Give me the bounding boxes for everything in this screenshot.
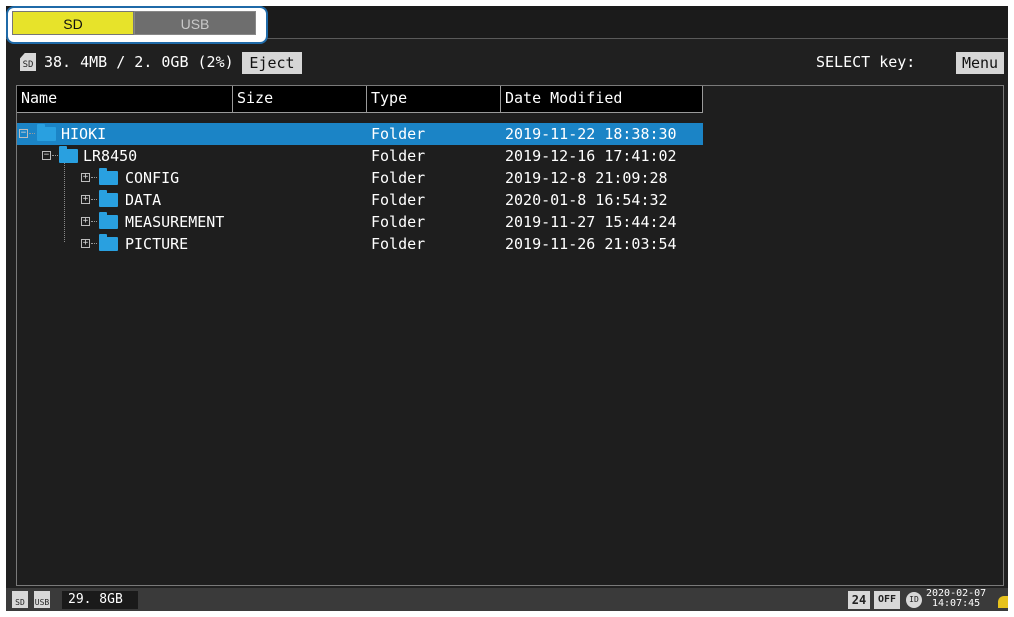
column-header-type[interactable]: Type	[367, 86, 501, 112]
expand-icon[interactable]: +	[81, 239, 90, 248]
sd-card-icon: SD	[20, 53, 36, 71]
file-name: MEASUREMENT	[125, 213, 225, 231]
tree-dot-line	[29, 133, 35, 134]
tree-dot-line	[52, 155, 58, 156]
status-bar: SD USB 29. 8GB 24 OFF ID 2020-02-07 14:0…	[6, 588, 1008, 611]
collapse-icon[interactable]: −	[19, 129, 28, 138]
file-type: Folder	[371, 169, 426, 187]
tree-dot-line	[91, 243, 97, 244]
file-list-header: Name Size Type Date Modified	[17, 86, 703, 113]
calendar-status-icon: 24	[848, 591, 870, 609]
date-time-display: 2020-02-07 14:07:45	[926, 589, 986, 609]
file-date: 2019-11-22 18:38:30	[505, 125, 677, 143]
file-row[interactable]: + CONFIG Folder 2019-12-8 21:09:28	[17, 167, 703, 189]
folder-icon	[59, 146, 78, 163]
file-row[interactable]: + PICTURE Folder 2019-11-26 21:03:54	[17, 233, 703, 255]
expand-icon[interactable]: +	[81, 173, 90, 182]
file-name: DATA	[125, 191, 162, 209]
power-indicator-icon	[998, 596, 1008, 608]
menu-button[interactable]: Menu	[956, 52, 1004, 74]
tab-sd[interactable]: SD	[12, 11, 134, 35]
tree-dot-line	[91, 177, 97, 178]
file-date: 2019-11-26 21:03:54	[505, 235, 677, 253]
file-date: 2019-12-16 17:41:02	[505, 147, 677, 165]
file-type: Folder	[371, 213, 426, 231]
sd-card-icon: SD	[12, 591, 28, 608]
collapse-icon[interactable]: −	[42, 151, 51, 160]
file-date: 2019-11-27 15:44:24	[505, 213, 677, 231]
column-header-name[interactable]: Name	[17, 86, 233, 112]
file-name: HIOKI	[61, 125, 107, 143]
select-key-label: SELECT key:	[816, 53, 916, 71]
folder-icon	[99, 168, 118, 185]
file-row[interactable]: − LR8450 Folder 2019-12-16 17:41:02	[17, 145, 703, 167]
file-row[interactable]: − HIOKI Folder 2019-11-22 18:38:30	[17, 123, 703, 145]
column-header-date-modified[interactable]: Date Modified	[501, 86, 703, 112]
time-text: 14:07:45	[932, 598, 981, 609]
folder-icon	[37, 124, 56, 141]
file-name: PICTURE	[125, 235, 189, 253]
storage-usage-text: 38. 4MB / 2. 0GB (2%)	[44, 53, 234, 71]
file-list-panel[interactable]: Name Size Type Date Modified − HIOKI Fol…	[16, 85, 1004, 586]
file-type: Folder	[371, 191, 426, 209]
file-name: LR8450	[83, 147, 138, 165]
folder-icon	[99, 190, 118, 207]
auto-save-status-icon: OFF	[874, 591, 900, 609]
file-type: Folder	[371, 125, 426, 143]
expand-icon[interactable]: +	[81, 217, 90, 226]
screen: SD USB SD 38. 4MB / 2. 0GB (2%) Eject SE…	[6, 6, 1008, 611]
column-header-size[interactable]: Size	[233, 86, 367, 112]
file-date: 2020-01-8 16:54:32	[505, 191, 668, 209]
folder-icon	[99, 234, 118, 251]
file-row[interactable]: + DATA Folder 2020-01-8 16:54:32	[17, 189, 703, 211]
tree-dot-line	[91, 221, 97, 222]
tree-dot-line	[91, 199, 97, 200]
usb-drive-icon: USB	[34, 591, 50, 608]
file-name: CONFIG	[125, 169, 180, 187]
file-date: 2019-12-8 21:09:28	[505, 169, 668, 187]
media-tab-bar: SD USB	[6, 6, 1008, 44]
eject-button[interactable]: Eject	[242, 52, 302, 74]
file-type: Folder	[371, 147, 426, 165]
free-capacity-text: 29. 8GB	[62, 591, 138, 609]
file-row[interactable]: + MEASUREMENT Folder 2019-11-27 15:44:24	[17, 211, 703, 233]
id-status-icon: ID	[906, 592, 922, 608]
tab-usb[interactable]: USB	[134, 11, 256, 35]
folder-icon	[99, 212, 118, 229]
expand-icon[interactable]: +	[81, 195, 90, 204]
file-type: Folder	[371, 235, 426, 253]
storage-info-row: SD 38. 4MB / 2. 0GB (2%) Eject SELECT ke…	[6, 50, 1008, 76]
